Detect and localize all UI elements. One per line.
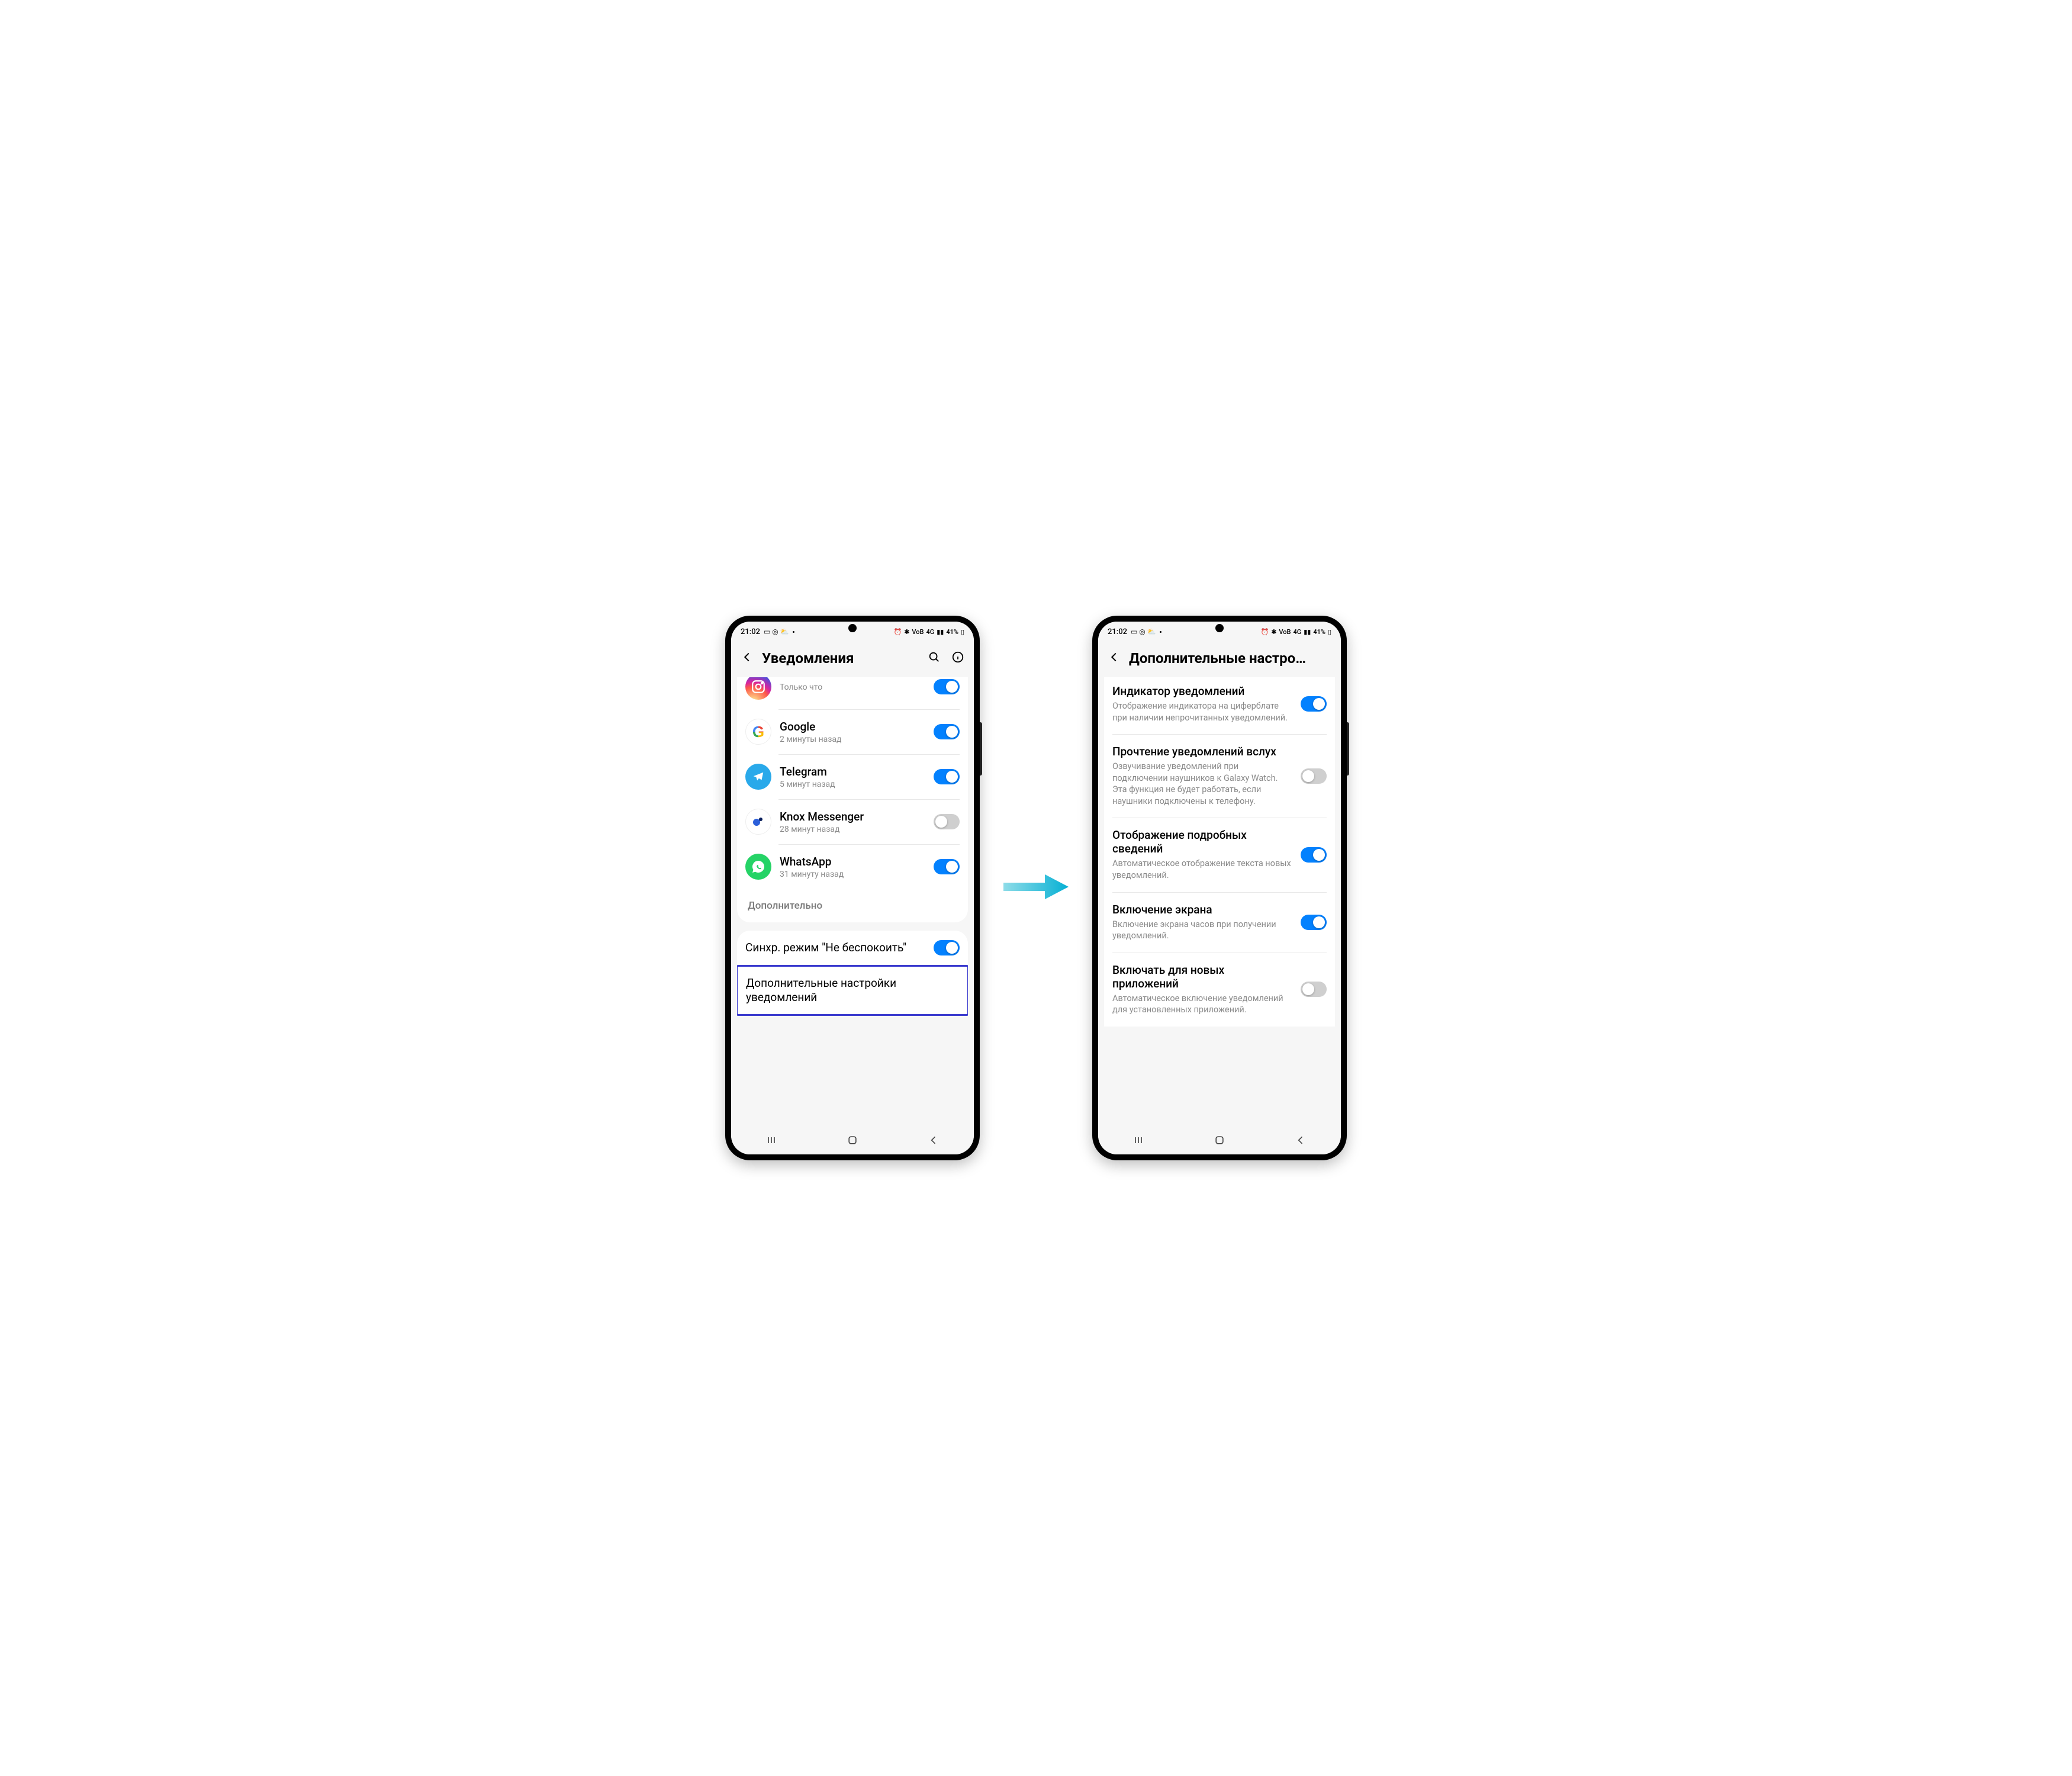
setting-desc: Автоматическое отображение текста новых … bbox=[1112, 858, 1292, 881]
camera-cutout bbox=[848, 624, 857, 632]
app-sub: 2 минуты назад bbox=[780, 735, 925, 744]
camera-cutout bbox=[1215, 624, 1224, 632]
phone-left: 21:02 ▭ ◎ ⛅ ⏰ ✱ VoB 4G ▮▮ 41% ▯ Уведомле… bbox=[725, 616, 980, 1160]
app-toggle[interactable] bbox=[934, 814, 960, 829]
app-row-tg[interactable]: Telegram 5 минут назад bbox=[737, 754, 968, 799]
app-toggle[interactable] bbox=[934, 859, 960, 874]
setting-toggle[interactable] bbox=[1301, 696, 1327, 712]
nav-bar bbox=[1098, 1128, 1341, 1154]
dnd-title: Синхр. режим "Не беспокоить" bbox=[745, 941, 925, 955]
nav-back-icon[interactable] bbox=[1295, 1134, 1307, 1148]
settings-card: Синхр. режим "Не беспокоить" Дополнитель… bbox=[737, 931, 968, 1016]
setting-desc: Озвучивание уведомлений при подключении … bbox=[1112, 761, 1292, 807]
setting-title: Включать для новых приложений bbox=[1112, 963, 1292, 990]
status-battery: 41% bbox=[1313, 628, 1325, 636]
info-icon[interactable] bbox=[951, 651, 964, 666]
content-right[interactable]: Индикатор уведомлений Отображение индикат… bbox=[1098, 677, 1341, 1128]
arrow-icon bbox=[1003, 872, 1069, 904]
battery-icon: ▯ bbox=[1328, 628, 1331, 636]
settings-list: Индикатор уведомлений Отображение индикат… bbox=[1104, 677, 1335, 1027]
app-row-google[interactable]: G Google 2 минуты назад bbox=[737, 709, 968, 754]
app-name: Knox Messenger bbox=[780, 810, 925, 823]
setting-toggle[interactable] bbox=[1301, 982, 1327, 997]
back-icon[interactable] bbox=[1108, 651, 1121, 666]
page-title: Уведомления bbox=[762, 650, 919, 667]
setting-row-2[interactable]: Отображение подробных сведений Автоматиче… bbox=[1104, 818, 1335, 892]
screen-left: 21:02 ▭ ◎ ⛅ ⏰ ✱ VoB 4G ▮▮ 41% ▯ Уведомле… bbox=[731, 622, 974, 1154]
content-left[interactable]: InstagramТолько что G Google 2 минуты назад… bbox=[731, 677, 974, 1128]
app-name: WhatsApp bbox=[780, 855, 925, 868]
status-4g: 4G bbox=[926, 628, 934, 636]
status-left-icons: ▭ ◎ ⛅ bbox=[1131, 628, 1156, 636]
status-net: VoB bbox=[912, 628, 924, 636]
app-name: Google bbox=[780, 720, 925, 733]
dnd-sync-row[interactable]: Синхр. режим "Не беспокоить" bbox=[737, 931, 968, 965]
header: Уведомления bbox=[731, 642, 974, 677]
page-title: Дополнительные настро… bbox=[1129, 650, 1331, 667]
more-button[interactable]: Дополнительно bbox=[737, 889, 968, 922]
alarm-icon: ⏰ bbox=[894, 628, 902, 636]
setting-row-1[interactable]: Прочтение уведомлений вслух Озвучивание у… bbox=[1104, 734, 1335, 818]
setting-row-3[interactable]: Включение экрана Включение экрана часов п… bbox=[1104, 892, 1335, 953]
advanced-settings-row[interactable]: Дополнительные настройки уведомлений bbox=[737, 965, 968, 1016]
app-list-card: InstagramТолько что G Google 2 минуты назад… bbox=[737, 677, 968, 922]
advanced-settings-label: Дополнительные настройки уведомлений bbox=[746, 976, 959, 1005]
signal-icon: ▮▮ bbox=[1304, 628, 1311, 636]
status-4g: 4G bbox=[1293, 628, 1301, 636]
status-net: VoB bbox=[1279, 628, 1291, 636]
setting-desc: Отображение индикатора на циферблате при… bbox=[1112, 700, 1292, 723]
back-icon[interactable] bbox=[741, 651, 754, 666]
status-battery: 41% bbox=[946, 628, 958, 636]
nav-home-icon[interactable] bbox=[847, 1134, 858, 1148]
screen-right: 21:02 ▭ ◎ ⛅ ⏰ ✱ VoB 4G ▮▮ 41% ▯ Дополнит… bbox=[1098, 622, 1341, 1154]
setting-toggle[interactable] bbox=[1301, 915, 1327, 930]
nav-recent-icon[interactable] bbox=[1132, 1134, 1144, 1148]
setting-row-0[interactable]: Индикатор уведомлений Отображение индикат… bbox=[1104, 677, 1335, 734]
header: Дополнительные настро… bbox=[1098, 642, 1341, 677]
status-time: 21:02 bbox=[741, 628, 760, 636]
nav-back-icon[interactable] bbox=[928, 1134, 940, 1148]
app-sub: 28 минут назад bbox=[780, 825, 925, 834]
setting-title: Индикатор уведомлений bbox=[1112, 684, 1292, 698]
battery-icon: ▯ bbox=[961, 628, 964, 636]
status-left-icons: ▭ ◎ ⛅ bbox=[764, 628, 789, 636]
app-sub: Только что bbox=[780, 683, 925, 692]
setting-desc: Включение экрана часов при получении уве… bbox=[1112, 919, 1292, 942]
app-name: Telegram bbox=[780, 765, 925, 778]
bluetooth-icon: ✱ bbox=[904, 628, 909, 636]
phone-right: 21:02 ▭ ◎ ⛅ ⏰ ✱ VoB 4G ▮▮ 41% ▯ Дополнит… bbox=[1092, 616, 1347, 1160]
app-sub: 5 минут назад bbox=[780, 780, 925, 789]
app-row-wa[interactable]: WhatsApp 31 минуту назад bbox=[737, 844, 968, 889]
app-toggle[interactable] bbox=[934, 724, 960, 739]
setting-toggle[interactable] bbox=[1301, 847, 1327, 863]
tg-icon bbox=[745, 764, 771, 790]
google-icon: G bbox=[745, 719, 771, 745]
signal-icon: ▮▮ bbox=[937, 628, 944, 636]
setting-title: Отображение подробных сведений bbox=[1112, 828, 1292, 855]
status-time: 21:02 bbox=[1108, 628, 1127, 636]
setting-title: Включение экрана bbox=[1112, 903, 1292, 916]
search-icon[interactable] bbox=[928, 651, 941, 666]
setting-desc: Автоматическое включение уведомлений для… bbox=[1112, 993, 1292, 1016]
nav-recent-icon[interactable] bbox=[765, 1134, 777, 1148]
wa-icon bbox=[745, 854, 771, 880]
bluetooth-icon: ✱ bbox=[1271, 628, 1276, 636]
app-sub: 31 минуту назад bbox=[780, 870, 925, 879]
setting-toggle[interactable] bbox=[1301, 768, 1327, 784]
app-toggle[interactable] bbox=[934, 679, 960, 694]
dnd-toggle[interactable] bbox=[934, 940, 960, 955]
nav-home-icon[interactable] bbox=[1214, 1134, 1225, 1148]
app-row-ig[interactable]: InstagramТолько что bbox=[737, 677, 968, 709]
app-row-knox[interactable]: Knox Messenger 28 минут назад bbox=[737, 799, 968, 844]
alarm-icon: ⏰ bbox=[1261, 628, 1269, 636]
setting-row-4[interactable]: Включать для новых приложений Автоматичес… bbox=[1104, 953, 1335, 1027]
ig-icon bbox=[745, 677, 771, 700]
nav-bar bbox=[731, 1128, 974, 1154]
app-toggle[interactable] bbox=[934, 769, 960, 784]
setting-title: Прочтение уведомлений вслух bbox=[1112, 745, 1292, 758]
knox-icon bbox=[745, 809, 771, 835]
